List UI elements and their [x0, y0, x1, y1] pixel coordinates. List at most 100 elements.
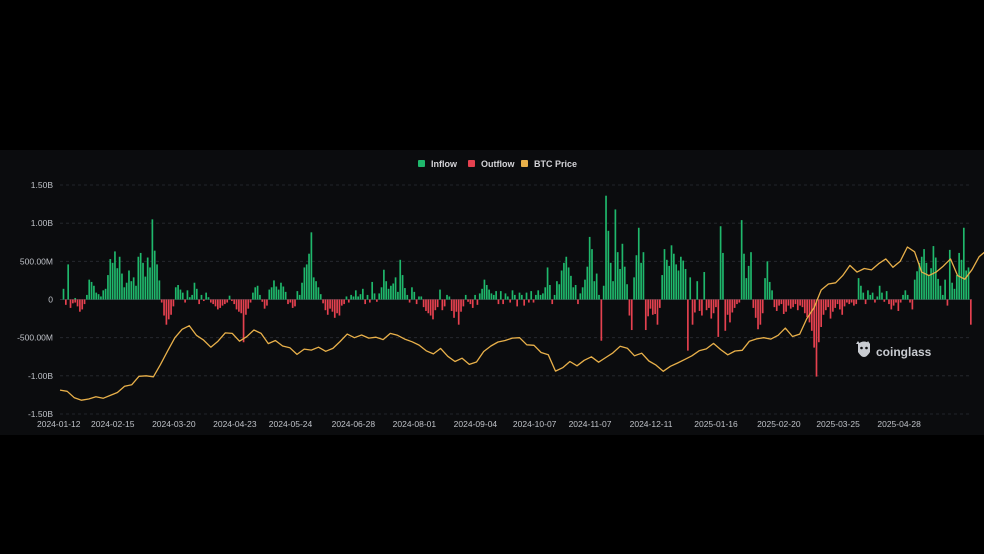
inflow-bar[interactable] — [563, 262, 565, 300]
inflow-bar[interactable] — [546, 267, 549, 300]
inflow-bar[interactable] — [177, 285, 179, 300]
outflow-bar[interactable] — [738, 299, 741, 303]
outflow-bar[interactable] — [806, 299, 808, 318]
outflow-bar[interactable] — [79, 299, 81, 312]
outflow-bar[interactable] — [796, 299, 799, 311]
inflow-bar[interactable] — [378, 293, 381, 300]
outflow-bar[interactable] — [471, 299, 474, 308]
inflow-bar[interactable] — [156, 264, 158, 300]
inflow-bar[interactable] — [308, 253, 310, 300]
inflow-bar[interactable] — [90, 281, 93, 300]
outflow-bar[interactable] — [794, 299, 797, 305]
outflow-bar[interactable] — [846, 299, 848, 303]
inflow-bar[interactable] — [584, 279, 586, 300]
outflow-bar[interactable] — [630, 299, 633, 331]
inflow-bar[interactable] — [114, 251, 116, 300]
outflow-bar[interactable] — [694, 299, 696, 313]
inflow-bar[interactable] — [766, 261, 769, 300]
outflow-bar[interactable] — [810, 299, 813, 331]
outflow-bar[interactable] — [333, 299, 336, 318]
outflow-bar[interactable] — [736, 299, 738, 305]
outflow-bar[interactable] — [261, 299, 264, 302]
inflow-bar[interactable] — [862, 292, 865, 300]
inflow-bar[interactable] — [574, 285, 577, 300]
outflow-bar[interactable] — [340, 299, 343, 306]
outflow-bar[interactable] — [834, 299, 837, 308]
outflow-bar[interactable] — [775, 299, 778, 311]
inflow-bar[interactable] — [560, 270, 563, 300]
inflow-bar[interactable] — [301, 282, 303, 300]
inflow-bar[interactable] — [885, 291, 888, 300]
outflow-bar[interactable] — [708, 299, 710, 308]
outflow-bar[interactable] — [817, 299, 820, 343]
inflow-bar[interactable] — [511, 290, 514, 300]
outflow-bar[interactable] — [827, 299, 830, 308]
outflow-bar[interactable] — [502, 299, 504, 305]
outflow-bar[interactable] — [825, 299, 827, 311]
outflow-bar[interactable] — [687, 299, 689, 351]
legend-label-outflow[interactable]: Outflow — [481, 159, 515, 169]
inflow-bar[interactable] — [151, 219, 154, 300]
inflow-bar[interactable] — [366, 294, 369, 300]
inflow-bar[interactable] — [100, 296, 102, 300]
legend-label-inflow[interactable]: Inflow — [431, 159, 458, 169]
outflow-bar[interactable] — [888, 299, 890, 305]
inflow-bar[interactable] — [680, 256, 682, 300]
inflow-bar[interactable] — [153, 250, 156, 300]
outflow-bar[interactable] — [647, 299, 649, 317]
inflow-bar[interactable] — [944, 279, 946, 300]
inflow-bar[interactable] — [275, 286, 278, 300]
inflow-bar[interactable] — [268, 289, 271, 300]
outflow-bar[interactable] — [455, 299, 458, 312]
inflow-bar[interactable] — [920, 256, 923, 300]
inflow-bar[interactable] — [558, 284, 561, 300]
inflow-bar[interactable] — [158, 280, 161, 300]
inflow-bar[interactable] — [923, 249, 925, 300]
outflow-bar[interactable] — [415, 299, 418, 305]
outflow-bar[interactable] — [460, 299, 462, 312]
outflow-bar[interactable] — [376, 299, 378, 302]
inflow-bar[interactable] — [549, 285, 551, 300]
inflow-bar[interactable] — [144, 276, 147, 300]
outflow-bar[interactable] — [467, 299, 469, 302]
inflow-bar[interactable] — [513, 294, 516, 300]
inflow-bar[interactable] — [303, 267, 306, 300]
outflow-bar[interactable] — [836, 299, 839, 305]
inflow-bar[interactable] — [354, 290, 357, 300]
outflow-bar[interactable] — [287, 299, 289, 305]
outflow-bar[interactable] — [577, 299, 579, 305]
inflow-bar[interactable] — [420, 296, 423, 300]
outflow-bar[interactable] — [782, 299, 785, 315]
outflow-bar[interactable] — [654, 299, 656, 315]
outflow-bar[interactable] — [649, 299, 652, 309]
inflow-bar[interactable] — [593, 281, 596, 300]
outflow-bar[interactable] — [946, 299, 949, 306]
outflow-bar[interactable] — [600, 299, 603, 341]
inflow-bar[interactable] — [383, 269, 385, 300]
inflow-bar[interactable] — [703, 272, 706, 300]
inflow-bar[interactable] — [626, 284, 628, 300]
inflow-bar[interactable] — [607, 230, 610, 300]
inflow-bar[interactable] — [296, 291, 299, 300]
outflow-bar[interactable] — [429, 299, 432, 316]
outflow-bar[interactable] — [453, 299, 455, 318]
inflow-bar[interactable] — [310, 232, 313, 300]
outflow-bar[interactable] — [331, 299, 334, 312]
outflow-bar[interactable] — [432, 299, 434, 320]
inflow-bar[interactable] — [572, 287, 575, 300]
inflow-bar[interactable] — [102, 290, 105, 300]
inflow-bar[interactable] — [254, 287, 257, 300]
inflow-bar[interactable] — [406, 294, 409, 300]
inflow-bar[interactable] — [277, 289, 280, 300]
inflow-bar[interactable] — [565, 256, 568, 300]
inflow-bar[interactable] — [876, 296, 879, 300]
outflow-bar[interactable] — [294, 299, 296, 307]
inflow-bar[interactable] — [135, 285, 137, 300]
outflow-bar[interactable] — [820, 299, 823, 327]
inflow-bar[interactable] — [633, 277, 635, 300]
outflow-bar[interactable] — [291, 299, 294, 308]
outflow-bar[interactable] — [644, 299, 647, 331]
inflow-bar[interactable] — [481, 288, 483, 300]
inflow-bar[interactable] — [488, 289, 490, 300]
inflow-bar[interactable] — [191, 294, 193, 300]
